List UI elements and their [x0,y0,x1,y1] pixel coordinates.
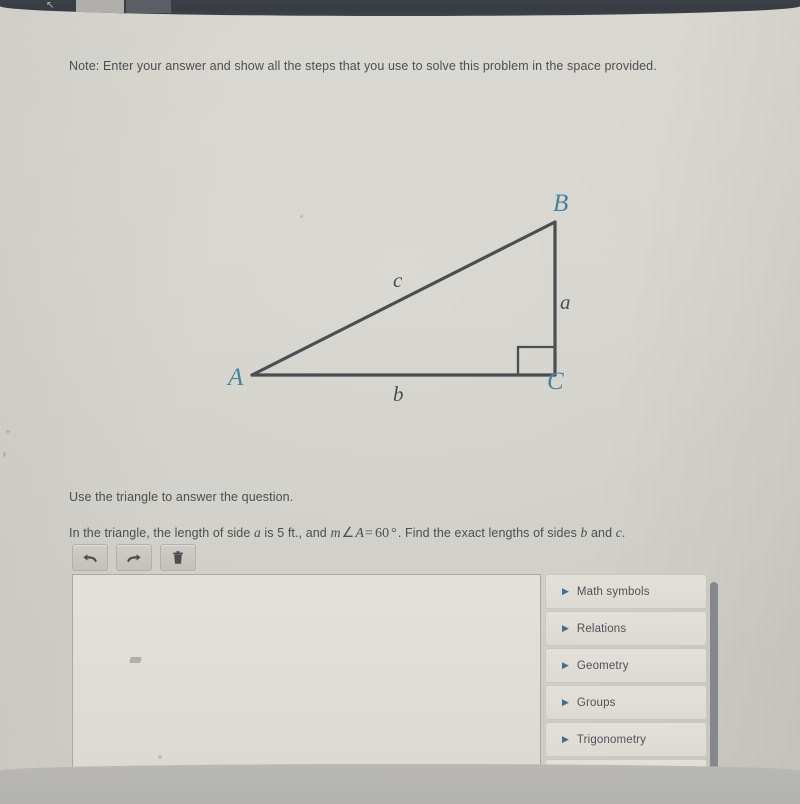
side-label-c: c [393,268,403,292]
question-and: and [587,526,616,540]
panel-scrollbar-thumb[interactable] [710,582,718,770]
browser-tab-active[interactable] [76,0,124,13]
question-period: . [621,526,626,540]
chevron-right-icon: ▶ [562,660,569,670]
question-lead: In the triangle, the length of side [69,526,254,540]
triangle-side-c [250,220,557,377]
math-angle-symbol: ∠ [341,526,355,541]
chevron-right-icon: ▶ [562,734,569,744]
accordion-label: Relations [576,622,627,635]
accordion-item-geometry[interactable]: ▶ Geometry [545,648,707,683]
math-degree-symbol: ° [391,526,397,541]
photo-speck [158,755,162,759]
accordion-label: Trigonometry [576,733,647,746]
accordion-item-trigonometry[interactable]: ▶ Trigonometry [545,722,707,757]
question-var-a: a [253,525,261,540]
note-text: Note: Enter your answer and show all the… [69,59,657,73]
undo-arrow-icon [83,553,97,562]
accordion-item-groups[interactable]: ▶ Groups [545,685,707,720]
accordion-label: Math symbols [576,585,650,598]
photo-speck [300,215,303,218]
delete-button[interactable] [160,544,196,571]
redo-button[interactable] [116,544,152,571]
question-tail: . Find the exact lengths of sides [397,526,581,540]
side-label-b: b [393,382,404,406]
editor-toolbar [72,544,196,571]
photo-speck [3,452,6,457]
vertex-label-B: B [553,190,569,217]
use-triangle-prompt: Use the triangle to answer the question. [69,490,294,504]
accordion-item-math-symbols[interactable]: ▶ Math symbols [545,574,707,609]
math-A: A [355,526,364,541]
symbol-panel[interactable]: ▶ Math symbols ▶ Relations ▶ Geometry ▶ … [545,574,707,770]
chevron-right-icon: ▶ [562,623,569,633]
question-math-expression: m∠A= 60 ° [330,526,397,541]
trash-icon [173,550,183,564]
math-m: m [330,526,341,541]
photo-speck [6,430,10,433]
bottom-bezel-band [0,764,800,804]
side-label-a: a [560,290,571,314]
vertex-label-A: A [228,364,244,391]
chevron-right-icon: ▶ [562,586,569,596]
chevron-right-icon: ▶ [562,697,569,707]
redo-arrow-icon [127,553,141,562]
browser-tab-inactive[interactable] [126,0,171,13]
answer-textarea[interactable] [72,574,541,771]
vertex-label-C: C [547,368,564,395]
question-middle: is 5 ft., and [260,526,331,540]
accordion-item-relations[interactable]: ▶ Relations [545,611,707,646]
undo-button[interactable] [72,544,108,571]
triangle-figure: A B C a b c [200,180,620,420]
math-value: 60 [374,526,390,541]
math-equals: = [364,526,373,541]
accordion-label: Geometry [576,659,629,672]
question-text: In the triangle, the length of side a is… [69,522,729,544]
accordion-label: Groups [576,696,616,709]
back-arrow-icon[interactable]: ↖ [46,1,55,11]
text-caret [129,657,142,663]
